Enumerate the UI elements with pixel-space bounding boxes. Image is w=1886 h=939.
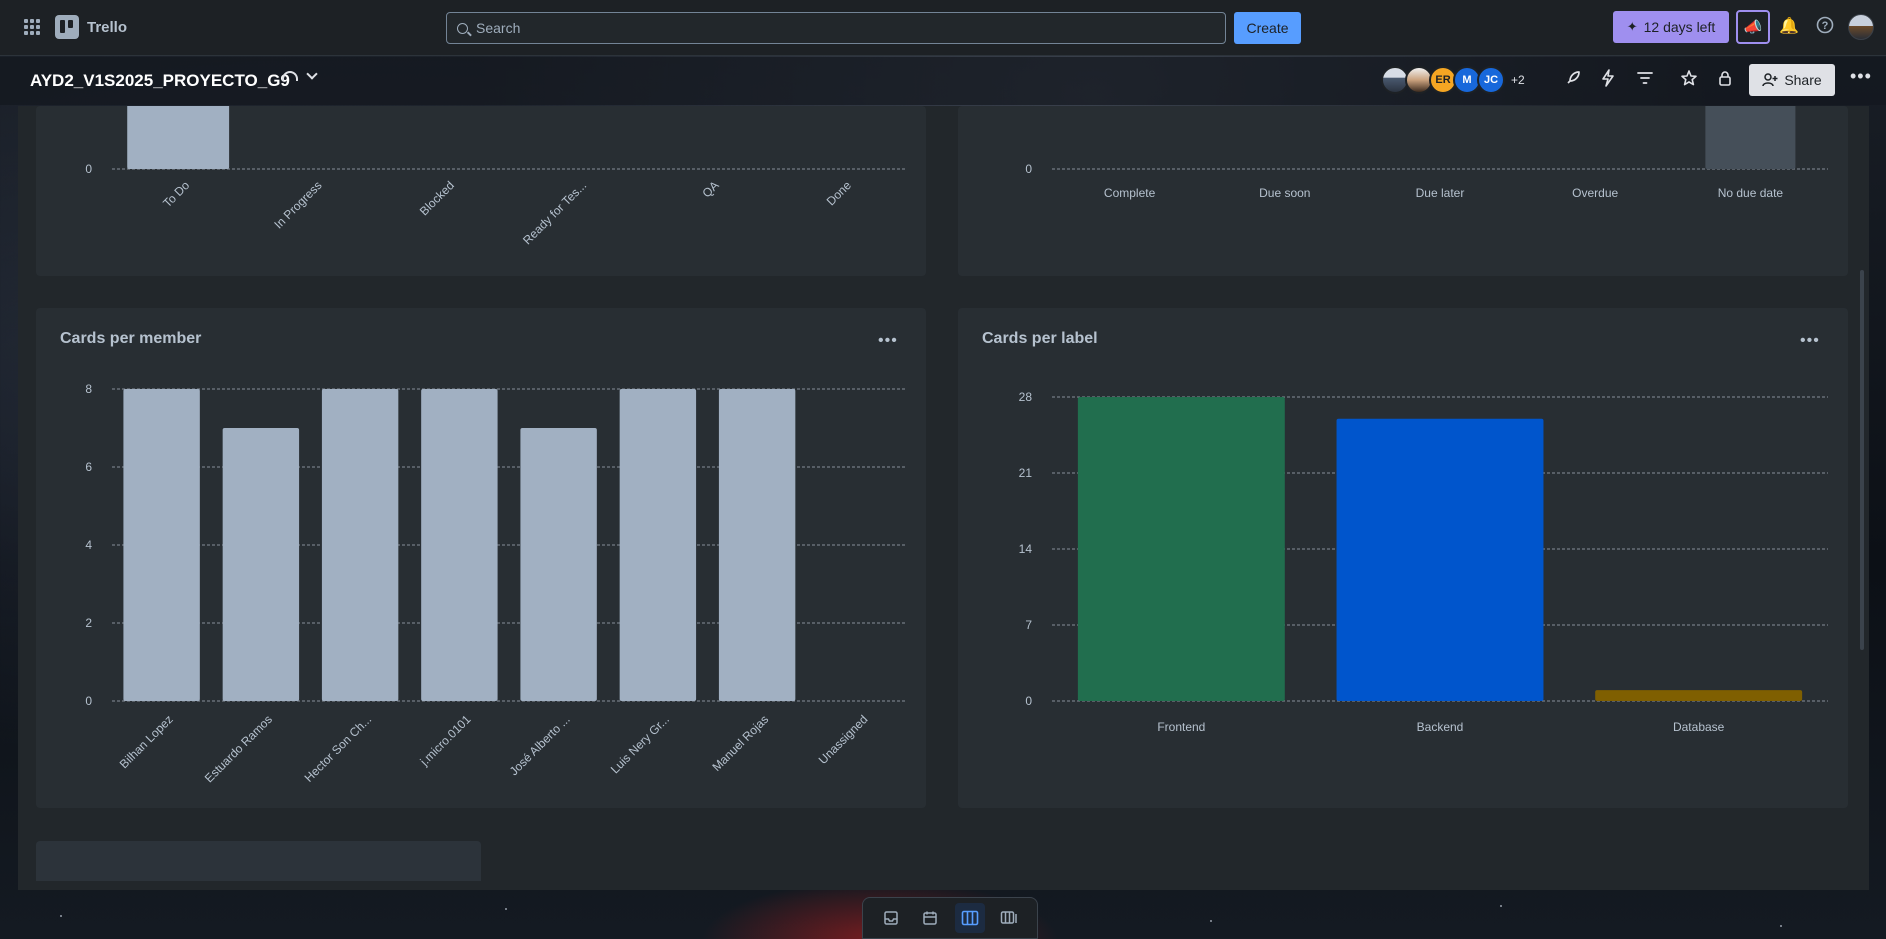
panel-cards-per-label: Cards per label ••• 0 7 14 21 28 Frontend Back… bbox=[958, 308, 1848, 808]
y-tick-label: 2 bbox=[85, 616, 92, 630]
x-tick-label: Bilhan Lopez bbox=[117, 712, 176, 771]
star-icon[interactable] bbox=[1678, 69, 1700, 91]
rocket-powerups-icon[interactable] bbox=[1562, 69, 1584, 91]
add-person-icon bbox=[1762, 73, 1778, 87]
x-tick-label: QA bbox=[699, 178, 721, 200]
cards-per-label-title: Cards per label bbox=[982, 330, 1098, 347]
board-view-bar bbox=[862, 897, 1038, 939]
member-avatar-jc[interactable]: JC bbox=[1477, 66, 1505, 94]
x-tick-label: Backend bbox=[1417, 720, 1464, 734]
app-name: Trello bbox=[87, 18, 128, 36]
bar[interactable] bbox=[1705, 0, 1796, 169]
x-tick-label: No due date bbox=[1718, 186, 1784, 200]
create-button[interactable]: Create bbox=[1234, 12, 1301, 44]
x-tick-label: Luis Nery Gr... bbox=[608, 712, 672, 776]
dashboard-gauge-icon bbox=[282, 71, 298, 81]
bar[interactable] bbox=[421, 389, 498, 701]
board-view-switcher[interactable] bbox=[282, 68, 318, 81]
notifications-bell-icon[interactable]: 🔔 bbox=[1778, 16, 1800, 38]
y-tick-label: 14 bbox=[1019, 542, 1033, 556]
x-tick-label: Ready for Tes... bbox=[520, 178, 589, 247]
share-button[interactable]: Share bbox=[1749, 64, 1835, 96]
trial-badge[interactable]: ✦ 12 days left bbox=[1613, 11, 1729, 43]
search-icon bbox=[457, 22, 468, 34]
y-tick-label: 7 bbox=[1025, 618, 1032, 632]
app-switcher-icon[interactable] bbox=[24, 19, 40, 35]
x-tick-label: Manuel Rojas bbox=[709, 712, 771, 774]
lock-visibility-icon[interactable] bbox=[1714, 69, 1736, 91]
bar[interactable] bbox=[127, 0, 230, 169]
account-avatar[interactable] bbox=[1848, 14, 1874, 40]
x-tick-label: Complete bbox=[1104, 186, 1156, 200]
bar[interactable] bbox=[1336, 418, 1544, 701]
bar[interactable] bbox=[520, 428, 597, 701]
cards-per-list-chart: 0 To Do In Progress Blocked Ready for Tes...… bbox=[85, 0, 906, 247]
panel-cards-per-list: 0 To Do In Progress Blocked Ready for Tes...… bbox=[36, 0, 926, 276]
trial-label: 12 days left bbox=[1643, 19, 1716, 35]
bar[interactable] bbox=[1077, 397, 1285, 701]
panel-more-icon[interactable]: ••• bbox=[1800, 332, 1820, 350]
top-navigation-bar: Trello Create ✦ 12 days left 📣 🔔 ? bbox=[0, 0, 1886, 56]
y-tick-label: 0 bbox=[1025, 694, 1032, 708]
y-tick-label: 8 bbox=[85, 382, 92, 396]
panel-more-icon[interactable]: ••• bbox=[878, 332, 898, 350]
megaphone-icon[interactable]: 📣 bbox=[1736, 10, 1770, 44]
y-tick-label: 0 bbox=[85, 694, 92, 708]
scrollbar[interactable] bbox=[1860, 270, 1864, 650]
x-tick-label: Overdue bbox=[1572, 186, 1618, 200]
automation-lightning-icon[interactable] bbox=[1597, 69, 1619, 91]
loading-panel-placeholder bbox=[36, 841, 481, 881]
x-tick-label: j.micro.0101 bbox=[417, 712, 474, 769]
cards-per-member-chart: 0 2 4 6 8 Bilhan Lopez Estuardo Ramos Hector So… bbox=[85, 382, 906, 785]
x-tick-label: Database bbox=[1673, 720, 1725, 734]
bar[interactable] bbox=[619, 389, 697, 701]
x-tick-label: Blocked bbox=[417, 178, 457, 218]
board-menu-more-icon[interactable]: ••• bbox=[1850, 66, 1872, 87]
bar[interactable] bbox=[222, 428, 300, 701]
board-view-icon[interactable] bbox=[954, 903, 985, 933]
svg-text:?: ? bbox=[1822, 20, 1829, 32]
bar[interactable] bbox=[123, 389, 200, 701]
more-members-count[interactable]: +2 bbox=[1511, 73, 1525, 87]
x-tick-label: Estuardo Ramos bbox=[202, 712, 275, 785]
y-tick-label: 21 bbox=[1019, 466, 1033, 480]
panel-cards-per-due-date: 0 Complete Due soon Due later Overdue No due … bbox=[958, 0, 1848, 276]
y-tick-label: 4 bbox=[85, 538, 92, 552]
y-tick-label: 0 bbox=[1025, 162, 1032, 176]
y-tick-label: 0 bbox=[85, 162, 92, 176]
trello-logo[interactable]: Trello bbox=[55, 15, 127, 39]
x-tick-label: In Progress bbox=[271, 178, 324, 231]
bar[interactable] bbox=[1595, 690, 1803, 701]
chevron-down-icon bbox=[306, 68, 318, 80]
filter-icon[interactable] bbox=[1634, 69, 1656, 91]
x-tick-label: To Do bbox=[160, 178, 192, 210]
x-tick-label: Hector Son Ch... bbox=[302, 712, 375, 785]
x-tick-label: Frontend bbox=[1157, 720, 1205, 734]
x-tick-label: Done bbox=[824, 178, 854, 208]
cards-per-label-chart: 0 7 14 21 28 Frontend Backend Database bbox=[1019, 390, 1828, 734]
y-tick-label: 6 bbox=[85, 460, 92, 474]
inbox-icon[interactable] bbox=[876, 903, 906, 933]
x-tick-label: Due soon bbox=[1259, 186, 1310, 200]
search-input[interactable] bbox=[476, 20, 1176, 36]
trello-logo-icon bbox=[55, 15, 79, 39]
board-members[interactable]: ER M JC +2 bbox=[1381, 66, 1525, 94]
search-box[interactable] bbox=[446, 12, 1226, 44]
bar[interactable] bbox=[321, 389, 399, 701]
bar[interactable] bbox=[718, 389, 796, 701]
panel-cards-per-member: Cards per member ••• 0 2 4 6 8 Bilhan Lopez Es… bbox=[36, 308, 926, 808]
share-label: Share bbox=[1784, 72, 1822, 88]
y-tick-label: 28 bbox=[1019, 390, 1033, 404]
x-tick-label: José Alberto ... bbox=[507, 712, 573, 778]
x-tick-label: Unassigned bbox=[816, 712, 871, 767]
switch-boards-icon[interactable] bbox=[994, 903, 1024, 933]
cards-per-member-title: Cards per member bbox=[60, 330, 202, 347]
board-title[interactable]: AYD2_V1S2025_PROYECTO_G9 bbox=[30, 71, 290, 91]
help-icon[interactable]: ? bbox=[1814, 16, 1836, 38]
cards-per-due-date-chart: 0 Complete Due soon Due later Overdue No due … bbox=[1025, 0, 1828, 200]
x-tick-label: Due later bbox=[1416, 186, 1465, 200]
calendar-icon[interactable] bbox=[915, 903, 945, 933]
sparkle-icon: ✦ bbox=[1626, 19, 1638, 34]
